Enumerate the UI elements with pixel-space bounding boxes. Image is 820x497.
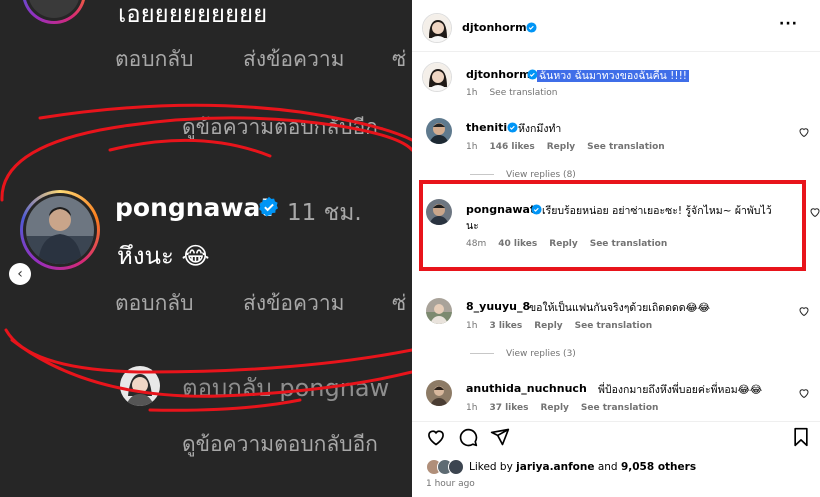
red-highlight-box — [419, 180, 806, 271]
share-send-icon[interactable] — [490, 427, 510, 447]
see-translation-link[interactable]: See translation — [581, 403, 659, 413]
see-translation-link[interactable]: See translation — [575, 321, 653, 331]
see-translation-link[interactable]: See translation — [489, 88, 557, 98]
reply-button[interactable]: Reply — [547, 142, 575, 152]
comment-meta: 1h 3 likes Reply See translation — [466, 321, 664, 331]
comment-avatar[interactable] — [426, 118, 452, 144]
owner-avatar[interactable] — [422, 13, 452, 43]
heart-icon[interactable] — [809, 206, 820, 218]
liked-by-avatars[interactable] — [426, 459, 466, 475]
like-count[interactable]: 3 likes — [489, 321, 522, 331]
caption-text: ฉันหวง ฉันมาทวงของฉันคืน !!!! — [537, 70, 690, 82]
like-count[interactable]: 146 likes — [489, 142, 534, 152]
actions-divider — [412, 421, 820, 422]
liked-by-prefix: Liked by — [469, 461, 513, 473]
heart-icon[interactable] — [798, 126, 810, 138]
verified-badge-icon — [507, 122, 518, 133]
comment-username[interactable]: 8_yuuyu_8 — [466, 300, 530, 313]
comment-time: 1h — [466, 142, 478, 152]
comment-meta: 1h 146 likes Reply See translation — [466, 142, 677, 152]
owner-username[interactable]: djtonhorm — [462, 21, 527, 34]
comment-meta: 1h 37 likes Reply See translation — [466, 403, 670, 413]
comment-avatar[interactable] — [426, 298, 452, 324]
caption-username[interactable]: djtonhorm — [466, 68, 531, 81]
zoomed-comment-panel: เอยยยยยยยยย ตอบกลับ ส่งข้อความ ซ่ ดูข้อค… — [0, 0, 412, 497]
comment-avatar[interactable] — [426, 380, 452, 406]
view-replies-link[interactable]: View replies (8) — [470, 170, 576, 180]
liked-by-others[interactable]: 9,058 others — [621, 461, 696, 473]
liked-by-user[interactable]: jariya.anfone — [516, 461, 594, 473]
post-timestamp[interactable]: 1 hour ago — [426, 479, 475, 489]
caption-time: 1h — [466, 88, 478, 98]
liked-by-and: and — [597, 461, 618, 473]
comment-text: พี่ป้องกมายถึงหึงพี่บอยค่ะพี่หอม😂😂 — [598, 384, 763, 396]
comment-bubble-icon[interactable] — [458, 427, 478, 447]
reply-button[interactable]: Reply — [540, 403, 568, 413]
caption-meta: 1h See translation — [466, 88, 569, 98]
see-translation-link[interactable]: See translation — [587, 142, 665, 152]
reply-button[interactable]: Reply — [534, 321, 562, 331]
likes-summary: Liked by jariya.anfone and 9,058 others — [469, 461, 696, 473]
comment-username[interactable]: anuthida_nuchnuch — [466, 382, 587, 395]
more-options-icon[interactable]: ··· — [779, 16, 798, 32]
like-heart-icon[interactable] — [426, 427, 446, 447]
comment-text: หึงกมึงทำ — [518, 123, 562, 135]
comment-username[interactable]: theniti — [466, 121, 507, 134]
comment-time: 1h — [466, 321, 478, 331]
heart-icon[interactable] — [798, 387, 810, 399]
bookmark-icon[interactable] — [792, 427, 810, 447]
header-divider — [412, 51, 820, 52]
comment-text: ขอให้เป็นแฟนกันจริงๆด้วยเถิดดดด😂😂 — [529, 302, 711, 314]
view-replies-link[interactable]: View replies (3) — [470, 349, 576, 359]
like-count[interactable]: 37 likes — [489, 403, 528, 413]
red-marker-scribble — [0, 103, 412, 412]
caption-avatar[interactable] — [422, 62, 452, 92]
comment-time: 1h — [466, 403, 478, 413]
verified-badge-icon — [526, 22, 537, 33]
heart-icon[interactable] — [798, 305, 810, 317]
